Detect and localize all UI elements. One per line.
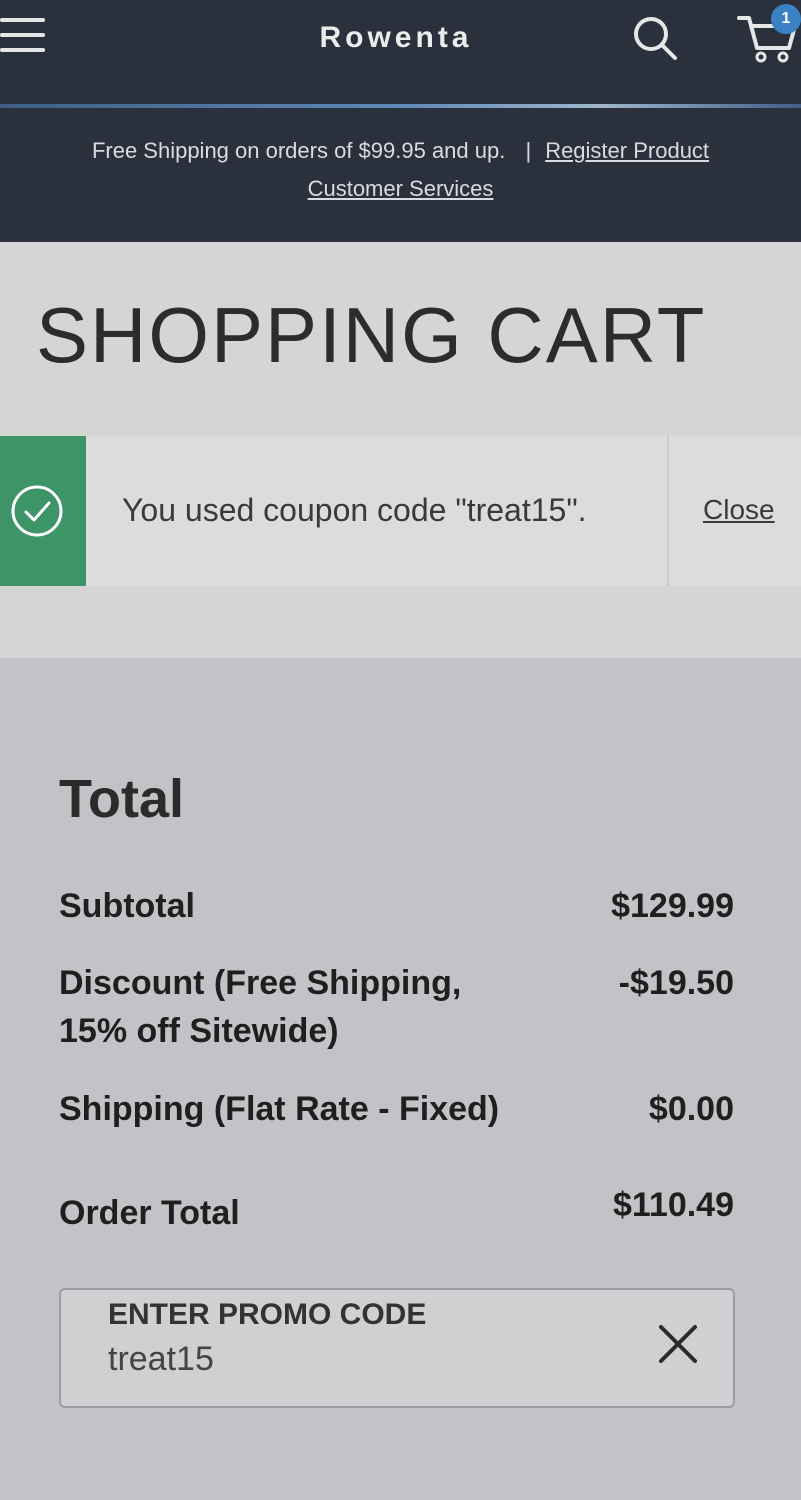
close-notice-link[interactable]: Close (703, 494, 775, 526)
discount-label: Discount (Free Shipping, 15% off Sitewid… (59, 959, 461, 1055)
discount-label-line2: 15% off Sitewide) (59, 1012, 339, 1050)
coupon-notice-message: You used coupon code "treat15". (122, 492, 587, 528)
promo-code-value[interactable]: treat15 (108, 1340, 214, 1379)
rowenta-logo[interactable]: Rowenta (250, 22, 542, 52)
shipping-promo-bar: Free Shipping on orders of $99.95 and up… (0, 132, 801, 208)
hamburger-line (0, 18, 45, 22)
check-circle-icon (11, 485, 63, 537)
promo-code-label: ENTER PROMO CODE (108, 1298, 427, 1331)
order-total-label: Order Total (59, 1194, 240, 1232)
notice-divider (667, 436, 669, 586)
page-title: SHOPPING CART (36, 291, 707, 379)
logo-text: Rowenta (319, 22, 472, 52)
menu-button[interactable] (0, 14, 46, 56)
shipping-value: $0.00 (648, 1090, 734, 1128)
order-total-value: $110.49 (612, 1186, 734, 1224)
discount-label-line1: Discount (Free Shipping, (59, 964, 462, 1002)
shipping-label: Shipping (Flat Rate - Fixed) (59, 1090, 500, 1128)
customer-services-link[interactable]: Customer Services (308, 176, 494, 201)
notice-icon-box (0, 436, 86, 586)
header-divider (0, 104, 801, 108)
search-icon[interactable] (630, 14, 680, 62)
shipping-promo-text: Free Shipping on orders of $99.95 and up… (91, 138, 506, 163)
cart-count-badge: 1 (771, 4, 801, 34)
hamburger-line (0, 48, 45, 52)
hamburger-line (0, 33, 45, 37)
register-product-link[interactable]: Register Product (545, 138, 709, 163)
totals-heading: Total (59, 769, 184, 829)
close-icon[interactable] (652, 1318, 704, 1370)
subtotal-value: $129.99 (611, 887, 734, 925)
discount-value: -$19.50 (618, 964, 734, 1002)
separator: | (525, 138, 532, 163)
subtotal-label: Subtotal (59, 887, 195, 925)
